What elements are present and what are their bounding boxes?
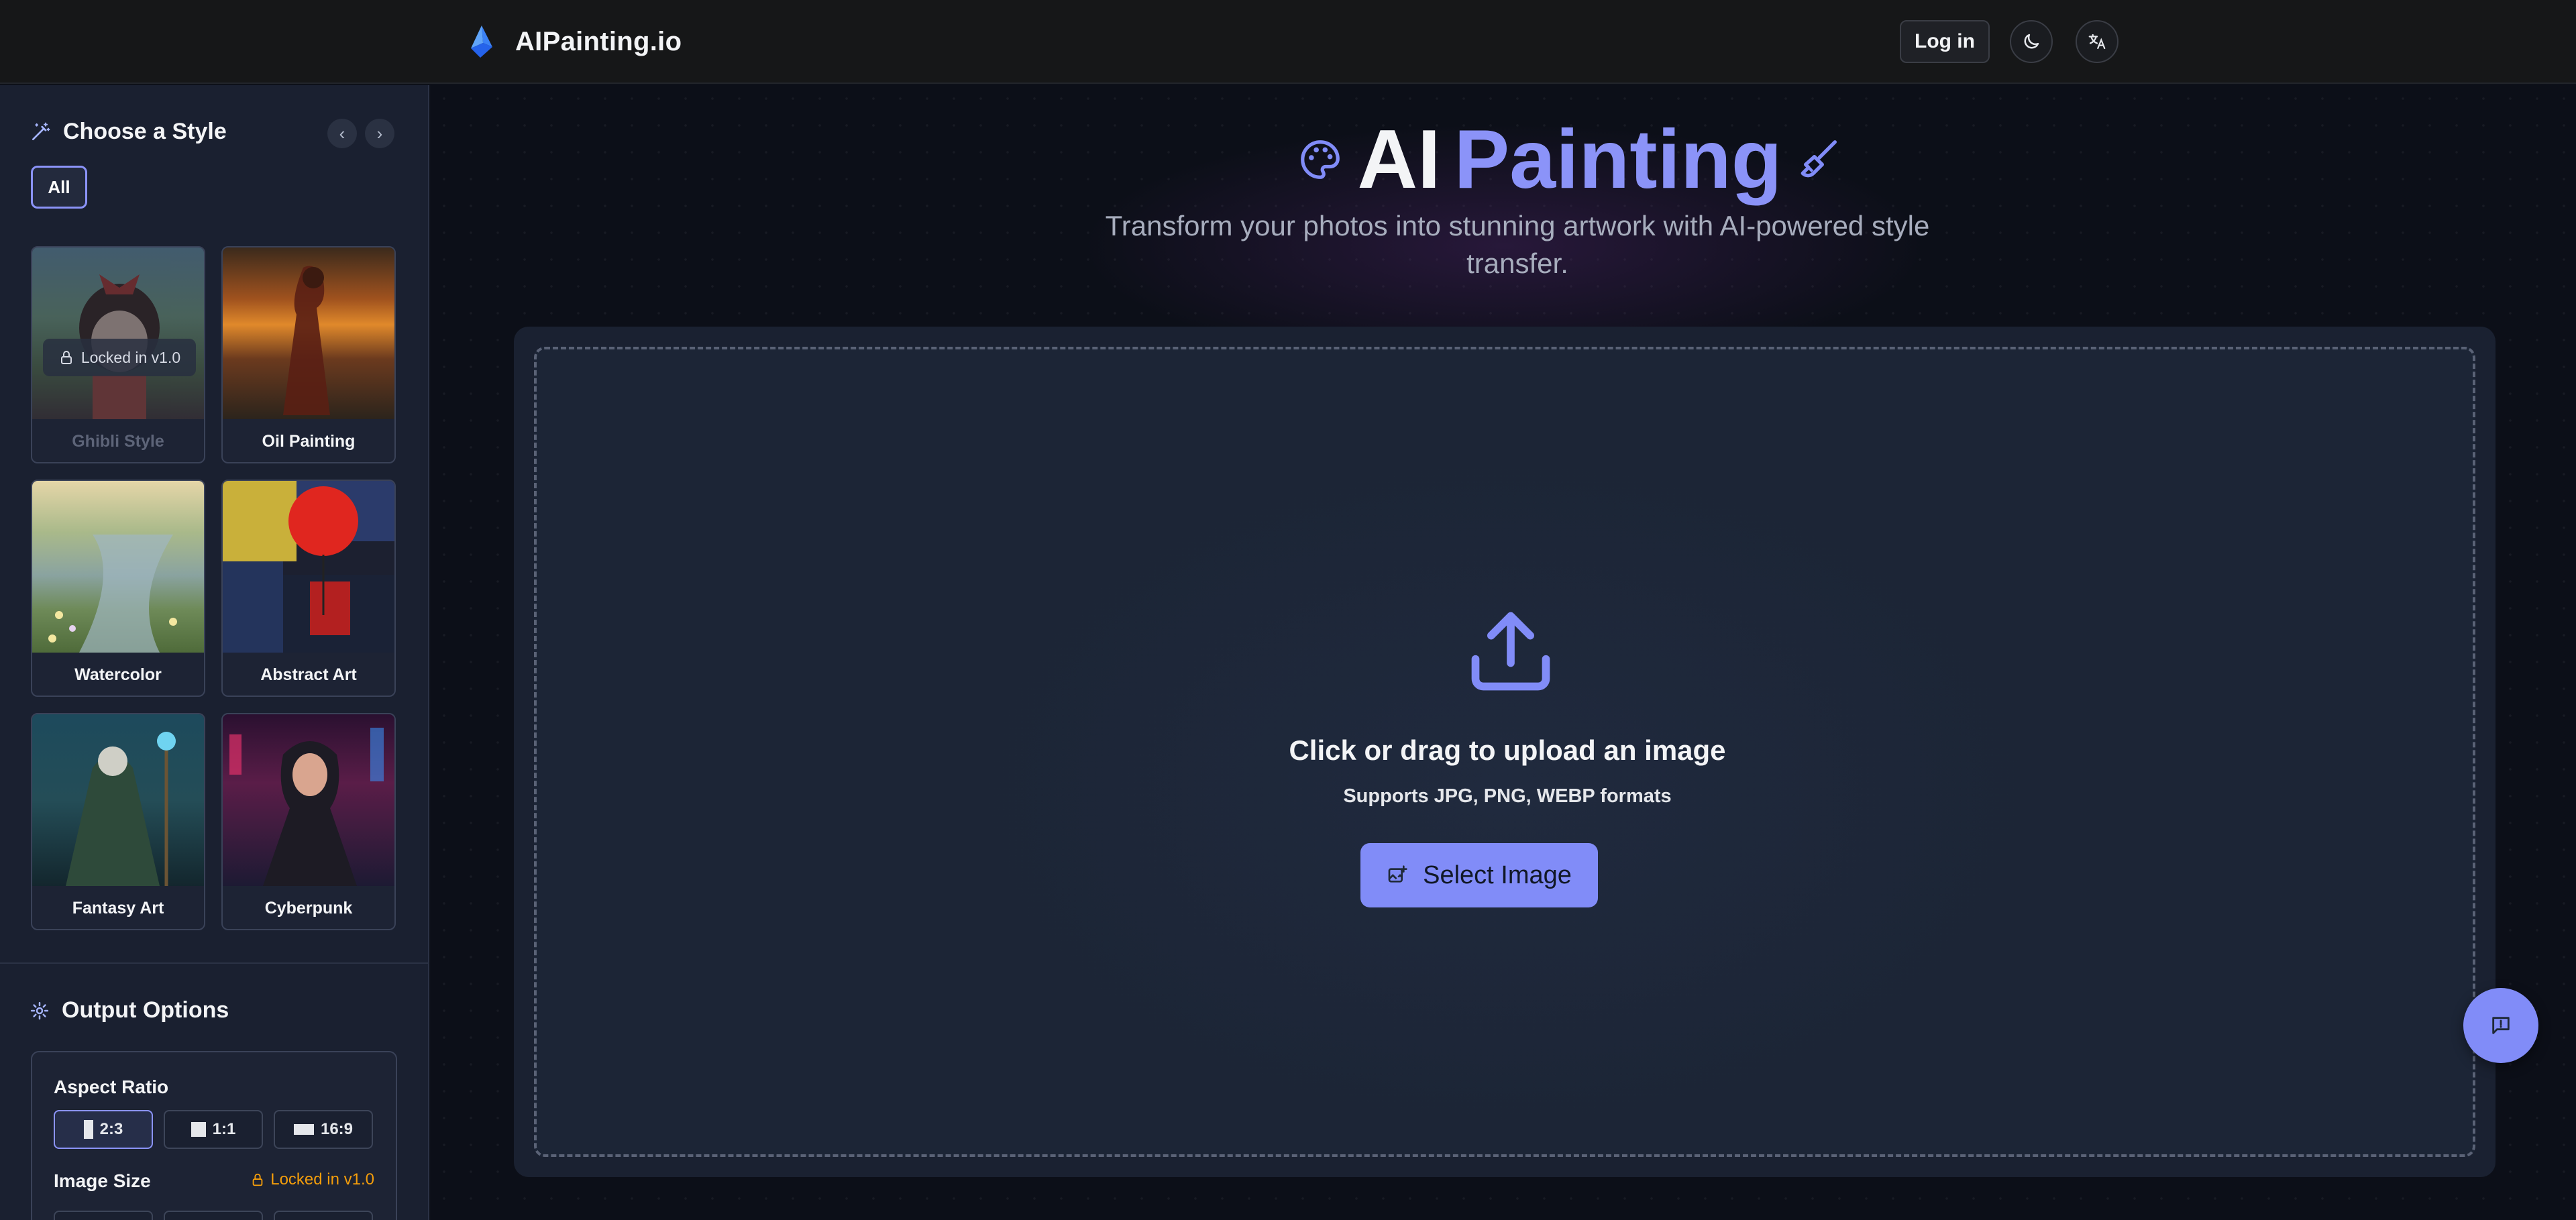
magic-wand-icon — [32, 122, 50, 140]
abstract-art-illustration — [223, 481, 394, 653]
select-image-label: Select Image — [1423, 861, 1572, 889]
page-subtitle: Transform your photos into stunning artw… — [1105, 210, 1930, 279]
image-size-locked-note: Locked in v1.0 — [250, 1170, 374, 1189]
style-card-abstract-art[interactable]: Abstract Art — [221, 480, 396, 697]
aspect-ratio-2-3-label: 2:3 — [99, 1120, 123, 1138]
landscape-ratio-icon — [293, 1124, 314, 1135]
translate-icon — [2088, 34, 2106, 50]
lock-icon — [252, 1173, 263, 1186]
square-ratio-icon — [191, 1122, 206, 1137]
output-section-title: Output Options — [62, 997, 229, 1023]
palette-icon — [1301, 140, 1340, 179]
style-thumbnail-watercolor — [32, 481, 204, 653]
brand-name: AIPainting.io — [515, 26, 682, 56]
locked-badge: Locked in v1.0 — [43, 339, 196, 376]
style-carousel-nav: ‹ › — [327, 119, 394, 148]
language-button[interactable] — [2076, 20, 2118, 63]
sidebar-divider — [0, 962, 428, 964]
style-card-oil-painting[interactable]: Oil Painting — [221, 246, 396, 463]
top-navigation-bar: AIPainting.io Log in — [0, 0, 2576, 84]
style-section-header: Choose a Style — [30, 119, 227, 145]
gear-icon — [30, 1001, 49, 1019]
brand[interactable]: AIPainting.io — [463, 23, 682, 60]
select-image-button[interactable]: Select Image — [1360, 843, 1598, 907]
image-size-options — [54, 1211, 373, 1220]
style-section-title: Choose a Style — [63, 119, 227, 144]
aspect-ratio-1-1-label: 1:1 — [212, 1120, 236, 1138]
style-thumbnail-cyberpunk — [223, 714, 394, 886]
style-thumbnail-fantasy-art — [32, 714, 204, 886]
style-thumbnail-abstract-art — [223, 481, 394, 653]
main-content: AI Painting Transform your photos into s… — [431, 85, 2576, 1220]
lock-icon — [60, 351, 72, 364]
aspect-ratio-16-9-button[interactable]: 16:9 — [274, 1110, 373, 1149]
paintbrush-icon — [1801, 140, 1837, 178]
upload-panel: Click or drag to upload an image Support… — [514, 327, 2496, 1177]
chat-icon — [2492, 1017, 2510, 1034]
title-word-painting: Painting — [1454, 113, 1782, 206]
style-label-watercolor: Watercolor — [74, 665, 162, 684]
style-label-fantasy-art: Fantasy Art — [72, 898, 164, 918]
upload-title: Click or drag to upload an image — [1289, 734, 1726, 766]
filter-all-button[interactable]: All — [31, 166, 87, 209]
locked-badge-text: Locked in v1.0 — [80, 348, 181, 366]
aspect-ratio-2-3-button[interactable]: 2:3 — [54, 1110, 153, 1149]
style-label-ghibli: Ghibli Style — [72, 431, 164, 451]
style-label-oil-painting: Oil Painting — [262, 431, 356, 451]
style-card-ghibli[interactable]: Locked in v1.0 Ghibli Style — [31, 246, 205, 463]
image-size-option[interactable] — [54, 1211, 153, 1220]
next-arrow-button[interactable]: › — [365, 119, 394, 148]
aspect-ratio-1-1-button[interactable]: 1:1 — [164, 1110, 263, 1149]
style-thumbnail-ghibli — [32, 247, 204, 419]
style-card-fantasy-art[interactable]: Fantasy Art — [31, 713, 205, 930]
image-size-option[interactable] — [164, 1211, 263, 1220]
theme-toggle-button[interactable] — [2010, 20, 2053, 63]
aspect-ratio-16-9-label: 16:9 — [320, 1120, 354, 1138]
image-add-icon — [1388, 865, 1407, 883]
upload-format-hint: Supports JPG, PNG, WEBP formats — [1343, 785, 1672, 807]
aspect-ratio-label: Aspect Ratio — [54, 1076, 169, 1097]
image-size-label: Image Size — [54, 1170, 151, 1191]
aspect-ratio-options: 2:3 1:1 16:9 — [54, 1110, 373, 1149]
title-word-ai: AI — [1357, 113, 1441, 206]
style-thumbnail-oil-painting — [223, 247, 394, 419]
watercolor-river-illustration — [48, 535, 177, 653]
sidebar: Choose a Style ‹ › All Locked in v1.0 Gh… — [0, 85, 429, 1220]
feedback-chat-button[interactable] — [2463, 988, 2538, 1063]
output-section-header: Output Options — [30, 997, 229, 1023]
moon-icon — [2024, 34, 2039, 49]
paint-logo-icon — [471, 25, 492, 58]
style-label-cyberpunk: Cyberpunk — [264, 898, 353, 918]
image-size-locked-text: Locked in v1.0 — [270, 1170, 374, 1188]
image-size-option[interactable] — [274, 1211, 373, 1220]
portrait-ratio-icon — [83, 1120, 93, 1139]
login-button[interactable]: Log in — [1900, 20, 1990, 63]
page-title: AI Painting — [1234, 112, 1905, 207]
upload-dropzone[interactable]: Click or drag to upload an image Support… — [534, 347, 2475, 1157]
oil-painting-figure-illustration — [283, 266, 330, 415]
cyberpunk-figure-illustration — [229, 728, 384, 886]
fantasy-wizard-illustration — [66, 732, 176, 886]
style-card-cyberpunk[interactable]: Cyberpunk — [221, 713, 396, 930]
ghibli-girl-illustration — [79, 274, 160, 419]
style-card-watercolor[interactable]: Watercolor — [31, 480, 205, 697]
upload-icon — [1471, 612, 1550, 691]
styles-grid: Locked in v1.0 Ghibli Style Oil Painting — [31, 246, 397, 930]
output-options-panel: Aspect Ratio 2:3 1:1 16:9 Image Size Loc… — [31, 1051, 397, 1220]
previous-arrow-button[interactable]: ‹ — [327, 119, 357, 148]
style-label-abstract-art: Abstract Art — [260, 665, 357, 684]
